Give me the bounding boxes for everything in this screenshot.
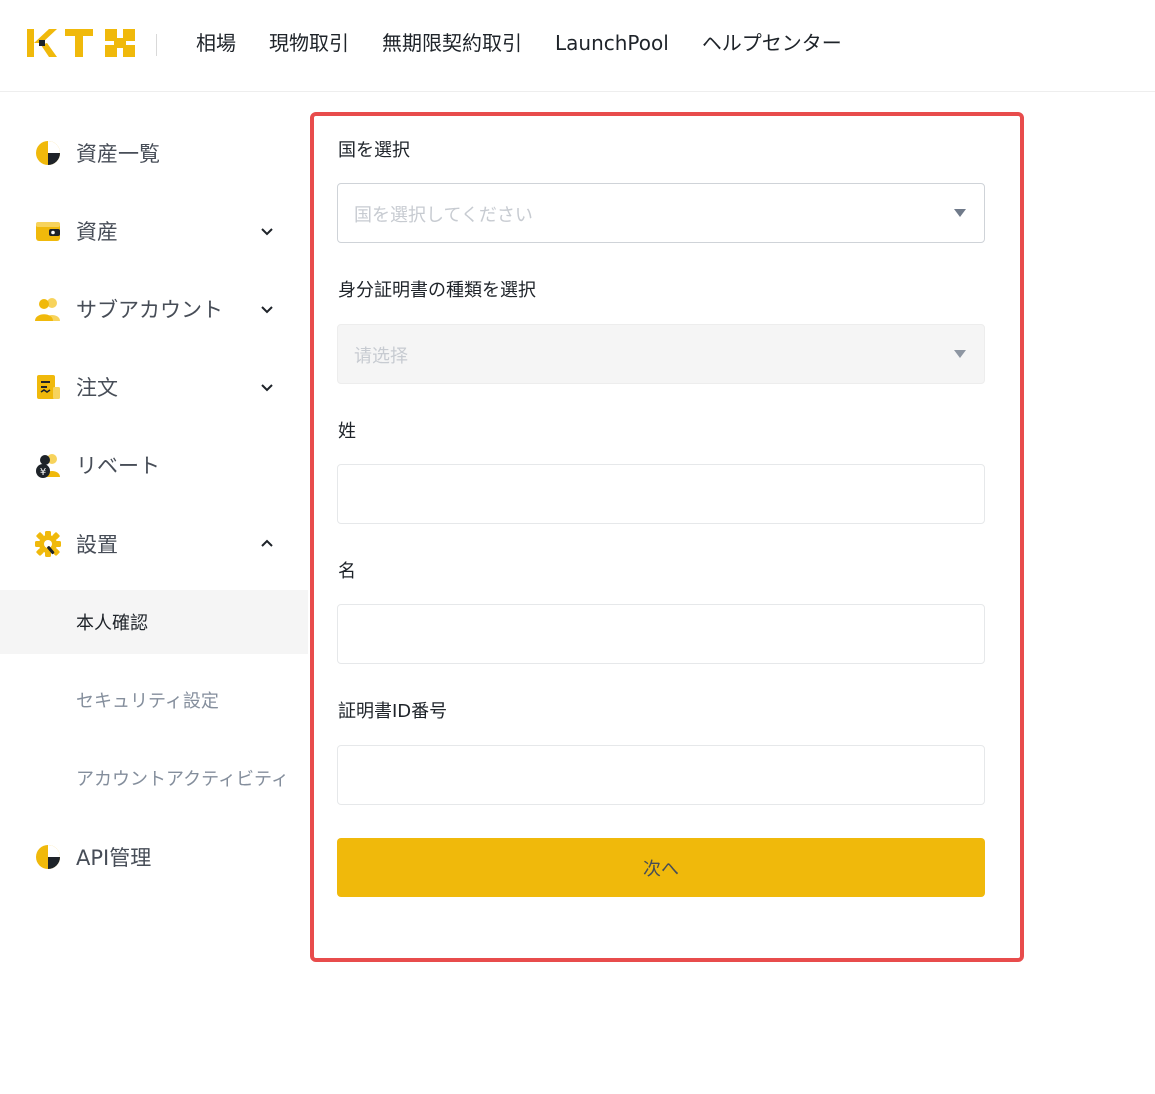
- sidebar-subitem-label: アカウントアクティビティ: [76, 769, 289, 790]
- nav-perpetual-trading[interactable]: 無期限契約取引: [382, 28, 522, 58]
- sidebar-item-api-management[interactable]: API管理: [0, 825, 308, 889]
- sidebar-item-label: API管理: [76, 846, 152, 870]
- last-name-input[interactable]: [338, 465, 984, 523]
- sidebar-item-settings[interactable]: 設置: [0, 512, 308, 576]
- country-select-placeholder: 国を選択してください: [354, 205, 533, 226]
- last-name-label: 姓: [338, 421, 356, 442]
- country-select[interactable]: 国を選択してください: [337, 183, 985, 243]
- logo-divider: [156, 34, 157, 56]
- sidebar-item-sub-accounts[interactable]: サブアカウント: [0, 277, 308, 341]
- ktx-logo[interactable]: [27, 27, 135, 59]
- chevron-down-icon[interactable]: [258, 300, 276, 318]
- sidebar-item-label: リベート: [76, 454, 160, 478]
- top-header: 相場 現物取引 無期限契約取引 LaunchPool ヘルプセンター: [0, 0, 1155, 92]
- identity-verification-form: 国を選択 国を選択してください 身分証明書の種類を選択 请选择 姓 名 証明書I…: [310, 112, 1024, 962]
- sidebar-item-label: 設置: [76, 533, 118, 557]
- receipt-icon: [37, 375, 60, 399]
- chevron-up-icon[interactable]: [258, 535, 276, 553]
- sidebar-subitem-label: 本人確認: [76, 613, 148, 634]
- id-number-label: 証明書ID番号: [338, 701, 448, 722]
- id-type-select-placeholder: 请选择: [354, 346, 408, 367]
- sidebar-subitem-label: セキュリティ設定: [76, 691, 219, 712]
- sidebar-subitem-account-activity[interactable]: アカウントアクティビティ: [0, 746, 308, 810]
- main-nav: 相場 現物取引 無期限契約取引 LaunchPool ヘルプセンター: [196, 28, 875, 58]
- sidebar: 資産一覧 資産 サブアカウント 注文 ¥ リベート 設置 本人確認 セキュリティ…: [0, 93, 308, 1094]
- id-number-input[interactable]: [338, 746, 984, 804]
- nav-launchpool[interactable]: LaunchPool: [555, 28, 669, 58]
- sidebar-subitem-identity-verification[interactable]: 本人確認: [0, 590, 308, 654]
- sidebar-item-label: 注文: [76, 376, 118, 400]
- nav-help-center[interactable]: ヘルプセンター: [702, 28, 842, 58]
- country-label: 国を選択: [338, 140, 410, 161]
- settings-gear-icon: [35, 531, 61, 557]
- users-icon: [35, 298, 60, 321]
- rebate-users-icon: ¥: [36, 454, 60, 478]
- sidebar-item-orders[interactable]: 注文: [0, 355, 308, 419]
- chevron-down-icon[interactable]: [258, 378, 276, 396]
- sidebar-item-label: 資産: [76, 220, 118, 244]
- caret-down-icon: [954, 350, 966, 358]
- svg-text:¥: ¥: [40, 467, 46, 478]
- chevron-down-icon[interactable]: [258, 222, 276, 240]
- sidebar-item-label: 資産一覧: [76, 142, 160, 166]
- nav-spot-trading[interactable]: 現物取引: [269, 28, 349, 58]
- id-type-select[interactable]: 请选择: [337, 324, 985, 384]
- id-type-label: 身分証明書の種類を選択: [338, 280, 536, 301]
- first-name-input[interactable]: [338, 605, 984, 663]
- sidebar-subitem-security-settings[interactable]: セキュリティ設定: [0, 668, 308, 732]
- sidebar-item-label: サブアカウント: [76, 298, 223, 322]
- id-number-field-wrapper: [337, 745, 985, 805]
- pie-chart-icon: [36, 141, 60, 165]
- first-name-field-wrapper: [337, 604, 985, 664]
- next-button[interactable]: 次へ: [337, 838, 985, 897]
- nav-market[interactable]: 相場: [196, 28, 236, 58]
- pie-chart-icon: [36, 845, 60, 869]
- first-name-label: 名: [338, 561, 356, 582]
- last-name-field-wrapper: [337, 464, 985, 524]
- caret-down-icon: [954, 209, 966, 217]
- sidebar-item-assets-overview[interactable]: 資産一覧: [0, 121, 308, 185]
- wallet-icon: [36, 222, 60, 241]
- sidebar-item-assets[interactable]: 資産: [0, 199, 308, 263]
- sidebar-item-rebate[interactable]: ¥ リベート: [0, 433, 308, 497]
